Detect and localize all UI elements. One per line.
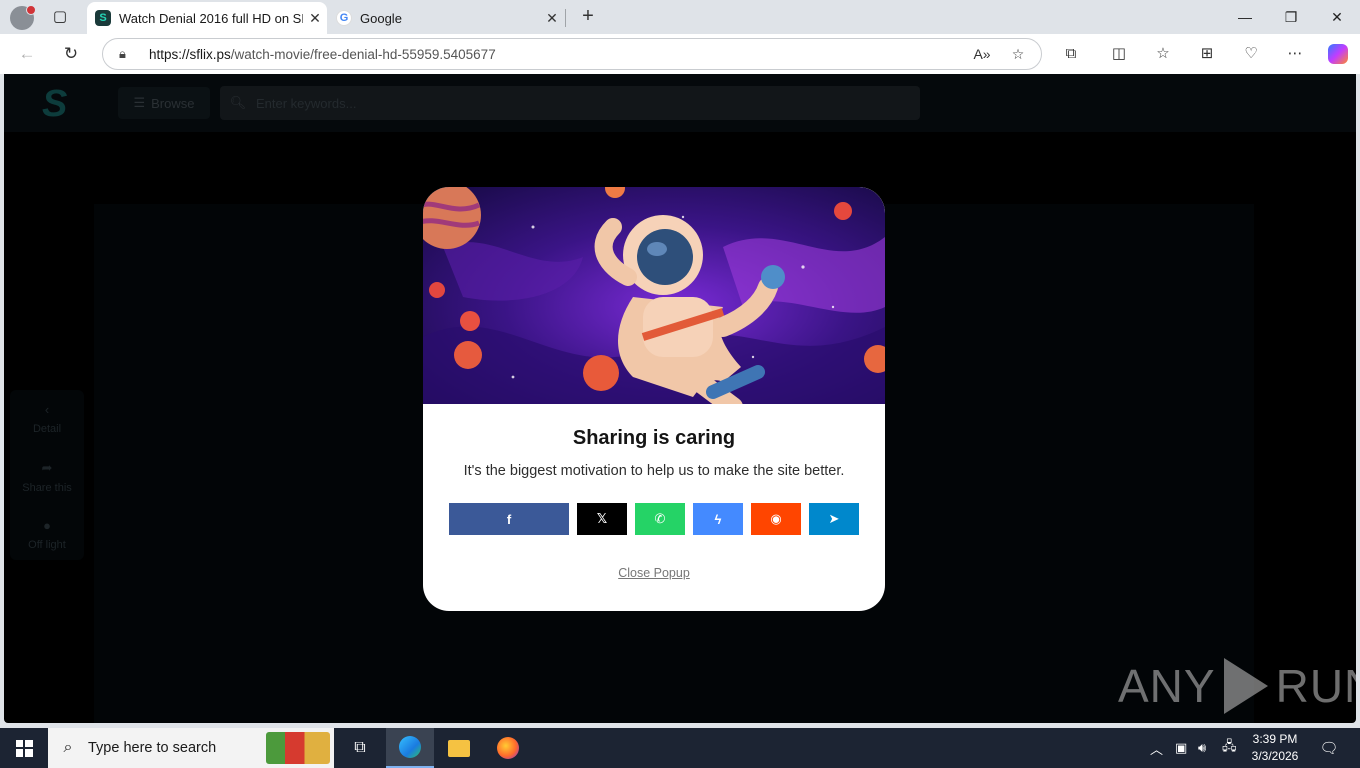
new-tab-button[interactable]: + <box>576 5 600 29</box>
search-icon: ⌕ <box>63 739 73 756</box>
minimize-button[interactable]: — <box>1222 4 1268 30</box>
tab-sflix[interactable]: S Watch Denial 2016 full HD on SFlix ✕ <box>87 2 327 34</box>
url-host: https://sflix.ps <box>149 46 231 62</box>
tab-close-icon[interactable]: ✕ <box>540 10 564 27</box>
messenger-share-button[interactable]: ϟ <box>693 503 743 535</box>
file-explorer-icon[interactable] <box>435 728 483 768</box>
reddit-share-button[interactable]: ◉ <box>751 503 801 535</box>
page-viewport: S ☰ Browse 🔍︎ ‹ Detail ➦ Share this ● Of… <box>4 74 1356 723</box>
browser-toolbar: ← ↻ 🔒︎ https://sflix.ps/watch-movie/free… <box>0 34 1360 74</box>
whatsapp-share-button[interactable]: ✆ <box>635 503 685 535</box>
refresh-button[interactable]: ↻ <box>58 42 84 66</box>
anyrun-watermark: ANY RUN <box>1118 658 1356 714</box>
side-menu: ‹ Detail ➦ Share this ● Off light <box>10 390 84 560</box>
whatsapp-icon: ✆ <box>654 511 666 526</box>
play-icon <box>1223 658 1268 714</box>
facebook-share-button[interactable]: f <box>449 503 569 535</box>
tab-google[interactable]: G Google ✕ <box>328 2 564 34</box>
tab-strip: ▢ S Watch Denial 2016 full HD on SFlix ✕… <box>0 0 1360 34</box>
meet-now-icon[interactable]: ▣ <box>1175 728 1187 768</box>
google-favicon-icon: G <box>336 10 352 26</box>
share-icon: ➦ <box>41 460 53 475</box>
side-item-light[interactable]: ● Off light <box>10 518 84 551</box>
extensions-icon[interactable]: ⧉ <box>1058 42 1084 66</box>
astronaut-illustration-svg <box>423 187 885 404</box>
tab-divider <box>565 9 566 27</box>
taskbar-search-placeholder: Type here to search <box>88 740 217 756</box>
menu-icon: ☰ <box>133 95 146 110</box>
collections-icon[interactable]: ⊞ <box>1194 42 1220 66</box>
edge-logo-icon <box>399 736 421 758</box>
back-button[interactable]: ← <box>14 42 40 66</box>
site-header: S ☰ Browse 🔍︎ <box>4 74 1356 132</box>
share-popup: Sharing is caring It's the biggest motiv… <box>423 187 885 611</box>
watermark-right: RUN <box>1275 660 1356 712</box>
telegram-icon: ➤ <box>828 511 840 526</box>
search-icon: 🔍︎ <box>229 95 247 110</box>
site-search: 🔍︎ <box>220 86 920 120</box>
read-aloud-icon[interactable]: A» <box>969 42 995 66</box>
x-share-button[interactable]: 𝕏 <box>577 503 627 535</box>
chevron-left-icon: ‹ <box>44 402 50 417</box>
popup-subtitle: It's the biggest motivation to help us t… <box>463 463 845 479</box>
tab-close-icon[interactable]: ✕ <box>303 10 327 27</box>
search-input[interactable] <box>256 95 856 111</box>
firefox-logo-icon <box>497 737 519 759</box>
url-path: /watch-movie/free-denial-hd-55959.540567… <box>230 46 496 62</box>
network-icon[interactable]: 🖧︎ <box>1222 728 1237 768</box>
clock-date: 3/3/2026 <box>1251 749 1299 763</box>
browse-label: Browse <box>151 95 195 111</box>
performance-icon[interactable]: ♡ <box>1238 42 1264 66</box>
taskbar-search[interactable]: ⌕ Type here to search <box>48 728 334 768</box>
side-item-label: Share this <box>22 482 72 494</box>
x-icon: 𝕏 <box>596 511 608 526</box>
side-item-detail[interactable]: ‹ Detail <box>10 402 84 435</box>
url-text[interactable]: https://sflix.ps/watch-movie/free-denial… <box>149 47 969 62</box>
tab-actions-icon[interactable]: ▢ <box>48 6 72 28</box>
start-button[interactable] <box>0 728 48 768</box>
restore-button[interactable]: ❐ <box>1268 4 1314 30</box>
split-screen-icon[interactable]: ◫ <box>1106 42 1132 66</box>
side-item-share[interactable]: ➦ Share this <box>10 460 84 494</box>
tray-chevron-icon[interactable]: ︿ <box>1150 728 1163 768</box>
facebook-icon: f <box>506 511 512 527</box>
edge-taskbar-icon[interactable] <box>386 728 434 768</box>
watermark-left: ANY <box>1118 660 1216 712</box>
folder-icon <box>448 739 470 757</box>
close-window-button[interactable]: ✕ <box>1314 4 1360 30</box>
lock-icon[interactable]: 🔒︎ <box>119 46 135 62</box>
close-popup-link[interactable]: Close Popup <box>423 566 885 580</box>
site-logo[interactable]: S <box>42 84 82 124</box>
copilot-icon[interactable] <box>1328 44 1348 64</box>
taskbar: ⌕ Type here to search ⧉ ︿ ▣ 🔊︎ 🖧︎ 3:39 P… <box>0 728 1360 768</box>
sflix-favicon-icon: S <box>95 10 111 26</box>
notifications-icon[interactable]: 🗨︎ <box>1312 728 1346 768</box>
popup-title: Sharing is caring <box>572 427 736 449</box>
windows-logo-icon <box>15 739 33 757</box>
search-highlight-icon <box>266 732 330 764</box>
tab-title: Google <box>360 10 402 26</box>
side-item-label: Off light <box>28 539 66 551</box>
more-menu-icon[interactable]: ⋯ <box>1282 42 1308 66</box>
address-bar[interactable]: 🔒︎ https://sflix.ps/watch-movie/free-den… <box>102 38 1042 70</box>
side-item-label: Detail <box>32 423 62 435</box>
bulb-icon: ● <box>43 518 51 533</box>
taskbar-clock[interactable]: 3:39 PM 3/3/2026 <box>1244 731 1306 765</box>
task-view-icon[interactable]: ⧉ <box>336 728 384 768</box>
tab-title: Watch Denial 2016 full HD on SFlix <box>119 10 303 26</box>
browse-button[interactable]: ☰ Browse <box>118 87 210 119</box>
profile-avatar[interactable] <box>10 5 36 30</box>
reddit-icon: ◉ <box>770 511 782 526</box>
volume-icon[interactable]: 🔊︎ <box>1198 728 1206 768</box>
messenger-icon: ϟ <box>714 511 722 527</box>
telegram-share-button[interactable]: ➤ <box>809 503 859 535</box>
clock-time: 3:39 PM <box>1252 732 1298 746</box>
favorite-star-icon[interactable]: ☆ <box>1005 42 1031 66</box>
firefox-taskbar-icon[interactable] <box>484 728 532 768</box>
astronaut-illustration <box>423 187 885 404</box>
favorites-icon[interactable]: ☆ <box>1150 42 1176 66</box>
